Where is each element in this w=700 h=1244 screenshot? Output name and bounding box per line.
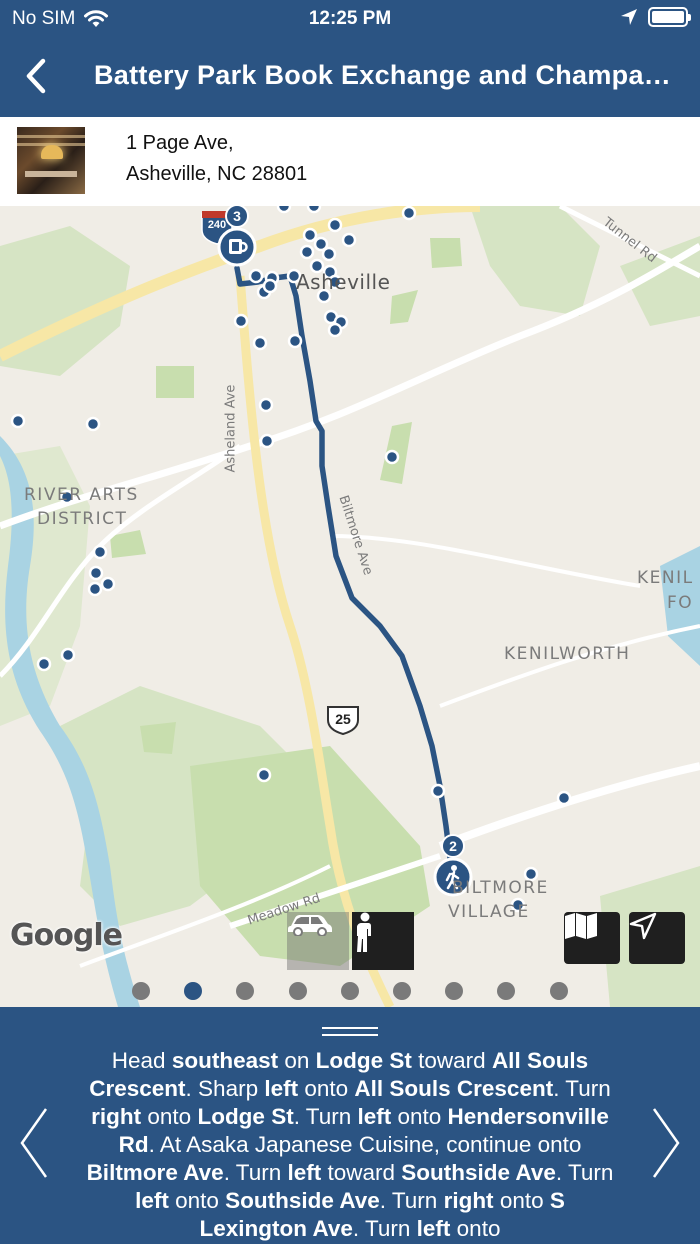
map-label-kenil: KENIL bbox=[637, 568, 694, 588]
previous-step-button[interactable] bbox=[14, 1103, 58, 1183]
pager-dot[interactable] bbox=[132, 982, 150, 1000]
pager-dot[interactable] bbox=[288, 982, 307, 1000]
car-mode-button[interactable] bbox=[287, 912, 349, 970]
direction-text-segment: . At Asaka Japanese Cuisine, continue on… bbox=[148, 1132, 582, 1157]
direction-text-segment: . Turn bbox=[553, 1076, 611, 1101]
direction-keyword: right bbox=[443, 1188, 494, 1213]
direction-text-segment: toward bbox=[411, 1048, 492, 1073]
my-location-button[interactable] bbox=[629, 912, 685, 964]
end-marker-badge: 2 bbox=[441, 834, 465, 858]
direction-text-segment: onto bbox=[168, 1188, 226, 1213]
direction-text-segment: . Sharp bbox=[185, 1076, 265, 1101]
map-label-kenilworth: KENILWORTH bbox=[504, 644, 631, 664]
chevron-left-icon bbox=[26, 58, 46, 94]
map-label-river-arts: RIVER ARTS bbox=[24, 485, 139, 505]
address-line-1: 1 Page Ave, bbox=[126, 132, 234, 154]
back-button[interactable] bbox=[14, 54, 58, 98]
status-time: 12:25 PM bbox=[308, 8, 392, 29]
map-canvas bbox=[0, 206, 700, 1007]
us-route-number: 25 bbox=[335, 711, 351, 727]
place-thumbnail[interactable] bbox=[17, 127, 85, 194]
page-title: Battery Park Book Exchange and Champag..… bbox=[94, 60, 674, 90]
direction-text-segment: . Turn bbox=[555, 1160, 614, 1185]
pager-dot[interactable] bbox=[497, 982, 516, 1000]
map-type-button[interactable] bbox=[564, 912, 620, 964]
directions-panel: Head southeast on Lodge St toward All So… bbox=[0, 1007, 700, 1244]
chevron-right-icon bbox=[652, 1108, 680, 1178]
walk-mode-button[interactable] bbox=[352, 912, 414, 970]
direction-text-segment: on bbox=[278, 1048, 316, 1073]
place-header: 1 Page Ave, Asheville, NC 28801 bbox=[0, 117, 700, 206]
map-label-biltmore: BILTMORE bbox=[452, 878, 549, 898]
direction-text-segment: Head bbox=[111, 1048, 172, 1073]
direction-keyword: All Souls Crescent bbox=[354, 1076, 554, 1101]
direction-keyword: Southside Ave bbox=[401, 1160, 556, 1185]
direction-text-segment: . Turn bbox=[293, 1104, 358, 1129]
status-right bbox=[620, 7, 691, 27]
direction-text-segment: onto bbox=[298, 1076, 355, 1101]
map-label-asheville: Asheville bbox=[296, 270, 391, 294]
status-bar: No SIM 12:25 PM bbox=[0, 0, 700, 40]
walk-icon bbox=[357, 912, 371, 952]
chevron-left-icon bbox=[20, 1108, 48, 1178]
car-icon bbox=[288, 915, 332, 936]
route-map[interactable]: 3 2 240 25 Asheville RIVER ARTS DISTRICT… bbox=[0, 206, 700, 1007]
park-area bbox=[156, 366, 194, 398]
pager-dot[interactable] bbox=[340, 982, 359, 1000]
direction-keyword: Lodge St bbox=[315, 1048, 412, 1073]
direction-keyword: right bbox=[91, 1104, 142, 1129]
park-area bbox=[390, 290, 418, 324]
next-step-button[interactable] bbox=[642, 1103, 686, 1183]
road bbox=[438, 762, 700, 850]
park-area bbox=[430, 238, 462, 268]
park-area bbox=[140, 722, 176, 754]
map-label-district: DISTRICT bbox=[37, 509, 128, 529]
pager-dot[interactable] bbox=[549, 982, 568, 1000]
direction-keyword: left bbox=[416, 1216, 451, 1241]
park-area bbox=[470, 206, 600, 316]
nav-bar: Battery Park Book Exchange and Champag..… bbox=[0, 40, 700, 117]
pager-dot[interactable] bbox=[184, 982, 203, 1000]
direction-text-segment: . Turn bbox=[352, 1216, 417, 1241]
map-label-village: VILLAGE bbox=[448, 902, 530, 922]
direction-keyword: left bbox=[264, 1076, 299, 1101]
direction-keyword: Biltmore Ave bbox=[86, 1160, 224, 1185]
navigation-arrow-icon bbox=[629, 912, 657, 940]
direction-text-segment: onto bbox=[141, 1104, 198, 1129]
direction-text-segment: . Turn bbox=[223, 1160, 288, 1185]
direction-keyword: Lodge St bbox=[197, 1104, 294, 1129]
interstate-number: 240 bbox=[207, 219, 227, 231]
direction-keyword: Southside Ave bbox=[225, 1188, 380, 1213]
pager-dot[interactable] bbox=[393, 982, 411, 1000]
start-marker bbox=[217, 227, 257, 267]
google-logo: Google bbox=[10, 918, 123, 953]
direction-keyword: left bbox=[135, 1188, 169, 1213]
direction-keyword: left bbox=[357, 1104, 392, 1129]
pager-dot[interactable] bbox=[236, 982, 255, 1000]
pager-dot[interactable] bbox=[445, 982, 464, 1000]
map-label-fo: FO bbox=[667, 593, 694, 613]
direction-text-segment: onto bbox=[391, 1104, 448, 1129]
direction-text-segment: onto bbox=[493, 1188, 550, 1213]
battery-icon bbox=[648, 7, 691, 27]
step-pager bbox=[0, 982, 700, 1002]
location-arrow-icon bbox=[621, 9, 637, 25]
street-label-asheland: Asheland Ave bbox=[223, 384, 239, 473]
direction-keyword: left bbox=[287, 1160, 322, 1185]
direction-text-segment: . Turn bbox=[379, 1188, 444, 1213]
drag-handle[interactable] bbox=[322, 1025, 378, 1037]
road bbox=[439, 624, 700, 708]
direction-text-segment: toward bbox=[321, 1160, 402, 1185]
direction-text-segment: onto bbox=[450, 1216, 501, 1241]
address-line-2: Asheville, NC 28801 bbox=[126, 163, 308, 185]
directions-text: Head southeast on Lodge St toward All So… bbox=[82, 1047, 618, 1243]
direction-keyword: southeast bbox=[171, 1048, 279, 1073]
map-icon bbox=[565, 913, 597, 939]
